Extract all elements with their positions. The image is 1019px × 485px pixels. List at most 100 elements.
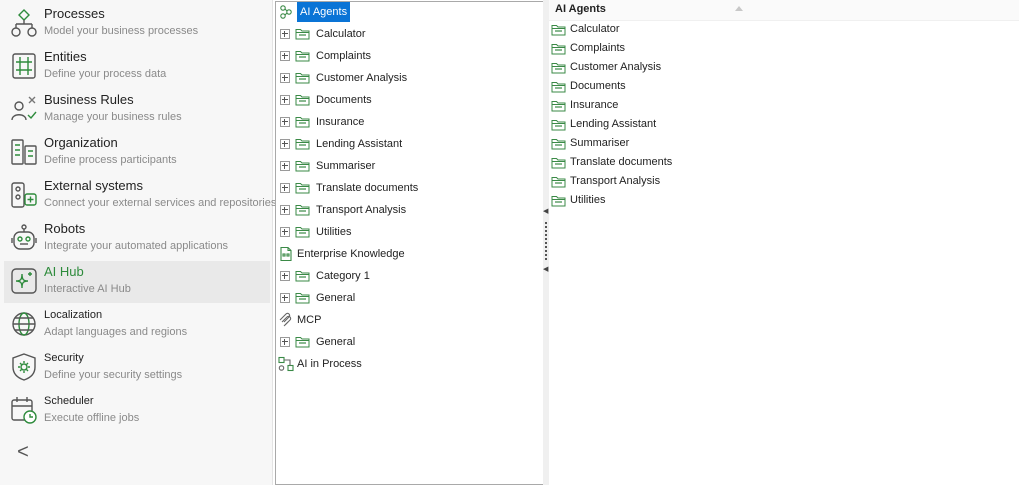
list-item-label: Utilities <box>570 194 606 206</box>
folder-icon <box>295 137 310 150</box>
list-item[interactable]: Calculator <box>551 20 1011 39</box>
nav-item-entities[interactable]: Entities Define your process data <box>4 46 270 88</box>
nav-title: Business Rules <box>44 92 134 107</box>
expand-toggle[interactable] <box>280 95 290 105</box>
expand-toggle[interactable] <box>280 337 290 347</box>
robot-icon <box>10 223 38 253</box>
folder-icon <box>551 61 566 74</box>
rules-icon <box>10 94 38 124</box>
list-item-label: Translate documents <box>570 156 673 168</box>
folder-icon <box>551 118 566 131</box>
list-item-label: Insurance <box>570 99 619 111</box>
nav-subtitle: Connect your external services and repos… <box>44 197 277 209</box>
expand-toggle[interactable] <box>280 271 290 281</box>
expand-toggle[interactable] <box>280 183 290 193</box>
expand-toggle[interactable] <box>280 227 290 237</box>
knowledge-icon <box>278 246 294 262</box>
folder-icon <box>551 42 566 55</box>
nav-item-localization[interactable]: Localization Adapt languages and regions <box>4 304 270 346</box>
nav-title: Robots <box>44 221 86 236</box>
folder-icon <box>551 80 566 93</box>
list-item-label: Complaints <box>570 42 626 54</box>
ai-process-icon <box>278 356 294 372</box>
nav-item-external-systems[interactable]: External systems Connect your external s… <box>4 175 276 217</box>
list-item[interactable]: Summariser <box>551 134 1011 153</box>
expand-toggle[interactable] <box>280 29 290 39</box>
folder-icon <box>295 225 310 238</box>
splitter-grip[interactable] <box>545 222 547 260</box>
tree-label: Utilities <box>316 226 352 238</box>
nav-item-organization[interactable]: Organization Define process participants <box>4 132 270 174</box>
nav-title: Organization <box>44 135 118 150</box>
tree-label: AI in Process <box>297 358 362 370</box>
folder-icon <box>551 23 566 36</box>
list-item[interactable]: Translate documents <box>551 153 1011 172</box>
nav-subtitle: Define your security settings <box>44 369 183 381</box>
list-item[interactable]: Documents <box>551 77 1011 96</box>
tree-view[interactable]: AI Agents Calculator Complaints Customer… <box>275 1 544 485</box>
list-item-label: Documents <box>570 80 626 92</box>
nav-subtitle: Integrate your automated applications <box>44 240 229 252</box>
mcp-icon <box>278 312 294 328</box>
list-item-label: Transport Analysis <box>570 175 661 187</box>
sort-ascending-icon[interactable] <box>735 6 743 11</box>
list-item[interactable]: Complaints <box>551 39 1011 58</box>
tree-label: Complaints <box>316 50 372 62</box>
nav-subtitle: Define process participants <box>44 154 177 166</box>
calendar-clock-icon <box>10 395 38 425</box>
expand-toggle[interactable] <box>280 73 290 83</box>
nav-subtitle: Execute offline jobs <box>44 412 140 424</box>
list-item[interactable]: Transport Analysis <box>551 172 1011 191</box>
nav-title: Entities <box>44 49 87 64</box>
tree-label: General <box>316 336 356 348</box>
expand-toggle[interactable] <box>280 205 290 215</box>
nav-item-robots[interactable]: Robots Integrate your automated applicat… <box>4 218 270 260</box>
collapse-right-arrow-icon[interactable]: ◀ <box>543 266 548 274</box>
sidebar: Processes Model your business processes … <box>0 0 276 485</box>
folder-icon <box>551 99 566 112</box>
folder-icon <box>295 71 310 84</box>
list-item-label: Calculator <box>570 23 620 35</box>
items-list-panel: AI Agents Calculator Complaints Customer… <box>549 0 1019 485</box>
tree-label: MCP <box>297 314 322 326</box>
list-item[interactable]: Insurance <box>551 96 1011 115</box>
tree-label: Lending Assistant <box>316 138 403 150</box>
expand-toggle[interactable] <box>280 161 290 171</box>
nav-item-security[interactable]: Security Define your security settings <box>4 347 270 389</box>
folder-icon <box>295 335 310 348</box>
expand-toggle[interactable] <box>280 117 290 127</box>
tree-label: Transport Analysis <box>316 204 407 216</box>
nav-subtitle: Define your process data <box>44 68 167 80</box>
list-column-header[interactable]: AI Agents <box>549 0 1019 21</box>
nav-item-ai-hub[interactable]: AI Hub Interactive AI Hub <box>4 261 270 303</box>
collapse-left-arrow-icon[interactable]: ◀ <box>543 208 548 216</box>
ai-sparkle-icon <box>10 266 38 296</box>
nav-title: Processes <box>44 6 105 21</box>
tree-label: Category 1 <box>316 270 370 282</box>
column-header-label: AI Agents <box>555 3 606 15</box>
tree-label: Documents <box>316 94 372 106</box>
folder-icon <box>295 291 310 304</box>
expand-toggle[interactable] <box>280 51 290 61</box>
globe-icon <box>10 309 38 339</box>
folder-icon <box>295 115 310 128</box>
entity-grid-icon <box>10 51 38 81</box>
list-item[interactable]: Lending Assistant <box>551 115 1011 134</box>
nav-subtitle: Manage your business rules <box>44 111 182 123</box>
expand-toggle[interactable] <box>280 293 290 303</box>
folder-icon <box>551 137 566 150</box>
folder-icon <box>295 159 310 172</box>
folder-icon <box>295 93 310 106</box>
nav-item-processes[interactable]: Processes Model your business processes <box>4 3 270 45</box>
nav-subtitle: Model your business processes <box>44 25 199 37</box>
list-item[interactable]: Customer Analysis <box>551 58 1011 77</box>
nav-subtitle: Interactive AI Hub <box>44 283 131 295</box>
nav-item-scheduler[interactable]: Scheduler Execute offline jobs <box>4 390 270 432</box>
nav-item-business-rules[interactable]: Business Rules Manage your business rule… <box>4 89 270 131</box>
expand-toggle[interactable] <box>280 139 290 149</box>
process-flow-icon <box>10 8 38 38</box>
list-item-label: Customer Analysis <box>570 61 662 73</box>
folder-icon <box>295 269 310 282</box>
collapse-sidebar-button[interactable]: < <box>12 440 34 464</box>
list-item[interactable]: Utilities <box>551 191 1011 210</box>
